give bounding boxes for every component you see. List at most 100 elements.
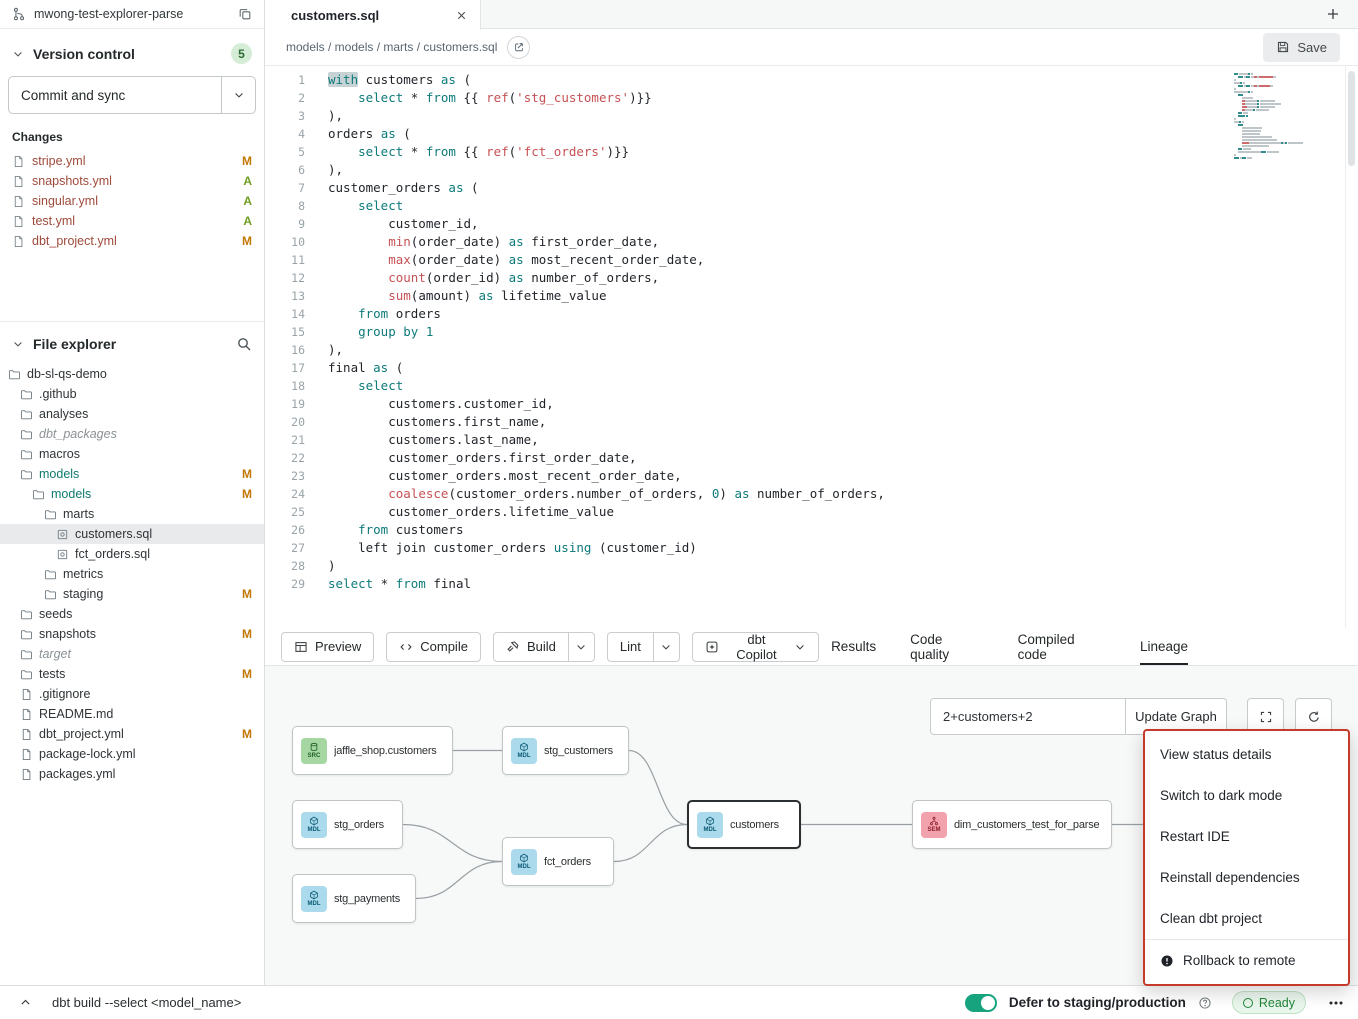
lineage-node-customers[interactable]: MDLcustomers [687, 800, 801, 849]
minimap[interactable] [1234, 73, 1334, 160]
code-line[interactable]: 20 customers.first_name, [265, 413, 1358, 431]
tab-compiled-code[interactable]: Compiled code [1018, 628, 1106, 665]
lineage-node-dim-customers-test-for-parse[interactable]: SEMdim_customers_test_for_parse [912, 800, 1112, 849]
commit-and-sync-button[interactable]: Commit and sync [9, 77, 221, 113]
code-line[interactable]: 13 sum(amount) as lifetime_value [265, 287, 1358, 305]
menu-item-switch-to-dark-mode[interactable]: Switch to dark mode [1145, 775, 1348, 816]
tree-item-gitignore[interactable]: .gitignore [0, 684, 264, 704]
editor-scrollbar[interactable] [1345, 66, 1358, 628]
code-line[interactable]: 9 customer_id, [265, 215, 1358, 233]
code-line[interactable]: 21 customers.last_name, [265, 431, 1358, 449]
tree-item-dbt-project-yml[interactable]: dbt_project.ymlM [0, 724, 264, 744]
tab-results[interactable]: Results [831, 628, 876, 665]
code-line[interactable]: 14 from orders [265, 305, 1358, 323]
code-line[interactable]: 5 select * from {{ ref('fct_orders')}} [265, 143, 1358, 161]
code-line[interactable]: 4orders as ( [265, 125, 1358, 143]
lineage-node-jaffle-shop-customers[interactable]: SRCjaffle_shop.customers [292, 726, 453, 775]
tree-item-db-sl-qs-demo[interactable]: db-sl-qs-demo [0, 364, 264, 384]
code-line[interactable]: 7customer_orders as ( [265, 179, 1358, 197]
lineage-node-stg-payments[interactable]: MDLstg_payments [292, 874, 416, 923]
tree-item-macros[interactable]: macros [0, 444, 264, 464]
code-line[interactable]: 2 select * from {{ ref('stg_customers')}… [265, 89, 1358, 107]
lineage-node-fct-orders[interactable]: MDLfct_orders [502, 837, 614, 886]
tree-item-models[interactable]: modelsM [0, 464, 264, 484]
code-line[interactable]: 19 customers.customer_id, [265, 395, 1358, 413]
more-options-button[interactable] [1328, 995, 1344, 1011]
lineage-node-stg-customers[interactable]: MDLstg_customers [502, 726, 629, 775]
code-line[interactable]: 22 customer_orders.first_order_date, [265, 449, 1358, 467]
search-icon[interactable] [236, 336, 252, 352]
tree-item-target[interactable]: target [0, 644, 264, 664]
menu-item-view-status-details[interactable]: View status details [1145, 734, 1348, 775]
version-control-header[interactable]: Version control 5 [0, 29, 264, 72]
tab-code-quality[interactable]: Code quality [910, 628, 984, 665]
menu-item-rollback-to-remote[interactable]: Rollback to remote [1145, 940, 1348, 981]
code-line[interactable]: 29select * from final [265, 575, 1358, 593]
code-line[interactable]: 24 coalesce(customer_orders.number_of_or… [265, 485, 1358, 503]
tree-item-marts[interactable]: marts [0, 504, 264, 524]
tab-lineage[interactable]: Lineage [1140, 628, 1188, 665]
tree-item-analyses[interactable]: analyses [0, 404, 264, 424]
code-line[interactable]: 11 max(order_date) as most_recent_order_… [265, 251, 1358, 269]
tree-item-staging[interactable]: stagingM [0, 584, 264, 604]
code-line[interactable]: 8 select [265, 197, 1358, 215]
commit-options-caret[interactable] [221, 77, 255, 113]
code-line[interactable]: 28) [265, 557, 1358, 575]
tree-item-dbt-packages[interactable]: dbt_packages [0, 424, 264, 444]
lineage-node-stg-orders[interactable]: MDLstg_orders [292, 800, 403, 849]
code-line[interactable]: 18 select [265, 377, 1358, 395]
lineage-selector-input[interactable]: 2+customers+2 [930, 698, 1126, 735]
save-button[interactable]: Save [1263, 33, 1340, 62]
tree-item-customers-sql[interactable]: customers.sql [0, 524, 264, 544]
code-editor[interactable]: 1with customers as (2 select * from {{ r… [265, 66, 1358, 628]
build-button[interactable]: Build [493, 632, 569, 662]
tree-item-readme-md[interactable]: README.md [0, 704, 264, 724]
change-item-snapshots-yml[interactable]: snapshots.ymlA [0, 171, 264, 191]
change-item-dbt-project-yml[interactable]: dbt_project.ymlM [0, 231, 264, 251]
tree-item-github[interactable]: .github [0, 384, 264, 404]
code-line[interactable]: 3), [265, 107, 1358, 125]
build-options-caret[interactable] [569, 632, 595, 662]
code-line[interactable]: 10 min(order_date) as first_order_date, [265, 233, 1358, 251]
compile-button[interactable]: Compile [386, 632, 481, 662]
lint-button[interactable]: Lint [607, 632, 654, 662]
tree-item-tests[interactable]: testsM [0, 664, 264, 684]
tree-item-fct-orders-sql[interactable]: fct_orders.sql [0, 544, 264, 564]
defer-toggle[interactable] [965, 994, 997, 1012]
copy-branch-icon[interactable] [238, 7, 252, 21]
menu-item-clean-dbt-project[interactable]: Clean dbt project [1145, 898, 1348, 939]
tree-item-snapshots[interactable]: snapshotsM [0, 624, 264, 644]
close-tab-icon[interactable] [455, 9, 468, 22]
code-line[interactable]: 15 group by 1 [265, 323, 1358, 341]
tree-item-metrics[interactable]: metrics [0, 564, 264, 584]
preview-button[interactable]: Preview [281, 632, 374, 662]
scrollbar-thumb[interactable] [1348, 71, 1355, 166]
change-item-test-yml[interactable]: test.ymlA [0, 211, 264, 231]
code-line[interactable]: 12 count(order_id) as number_of_orders, [265, 269, 1358, 287]
code-line[interactable]: 6), [265, 161, 1358, 179]
menu-item-restart-ide[interactable]: Restart IDE [1145, 816, 1348, 857]
code-line[interactable]: 17final as ( [265, 359, 1358, 377]
lint-options-caret[interactable] [654, 632, 680, 662]
code-line[interactable]: 23 customer_orders.most_recent_order_dat… [265, 467, 1358, 485]
code-line[interactable]: 1with customers as ( [265, 71, 1358, 89]
code-line[interactable]: 26 from customers [265, 521, 1358, 539]
tree-item-seeds[interactable]: seeds [0, 604, 264, 624]
command-input[interactable]: dbt build --select <model_name> [52, 995, 241, 1010]
tree-item-package-lock-yml[interactable]: package-lock.yml [0, 744, 264, 764]
code-line[interactable]: 16), [265, 341, 1358, 359]
open-file-action-button[interactable] [507, 36, 530, 59]
help-icon[interactable] [1198, 996, 1212, 1010]
dbt-copilot-button[interactable]: dbt Copilot [692, 632, 819, 662]
file-explorer-header[interactable]: File explorer [0, 322, 264, 360]
tree-item-models[interactable]: modelsM [0, 484, 264, 504]
tree-item-packages-yml[interactable]: packages.yml [0, 764, 264, 784]
code-line[interactable]: 27 left join customer_orders using (cust… [265, 539, 1358, 557]
change-item-singular-yml[interactable]: singular.ymlA [0, 191, 264, 211]
menu-item-reinstall-dependencies[interactable]: Reinstall dependencies [1145, 857, 1348, 898]
expand-command-bar-button[interactable] [14, 992, 36, 1014]
change-item-stripe-yml[interactable]: stripe.ymlM [0, 151, 264, 171]
new-tab-button[interactable] [1308, 0, 1358, 28]
tab-customers-sql[interactable]: customers.sql [265, 0, 481, 30]
code-line[interactable]: 25 customer_orders.lifetime_value [265, 503, 1358, 521]
